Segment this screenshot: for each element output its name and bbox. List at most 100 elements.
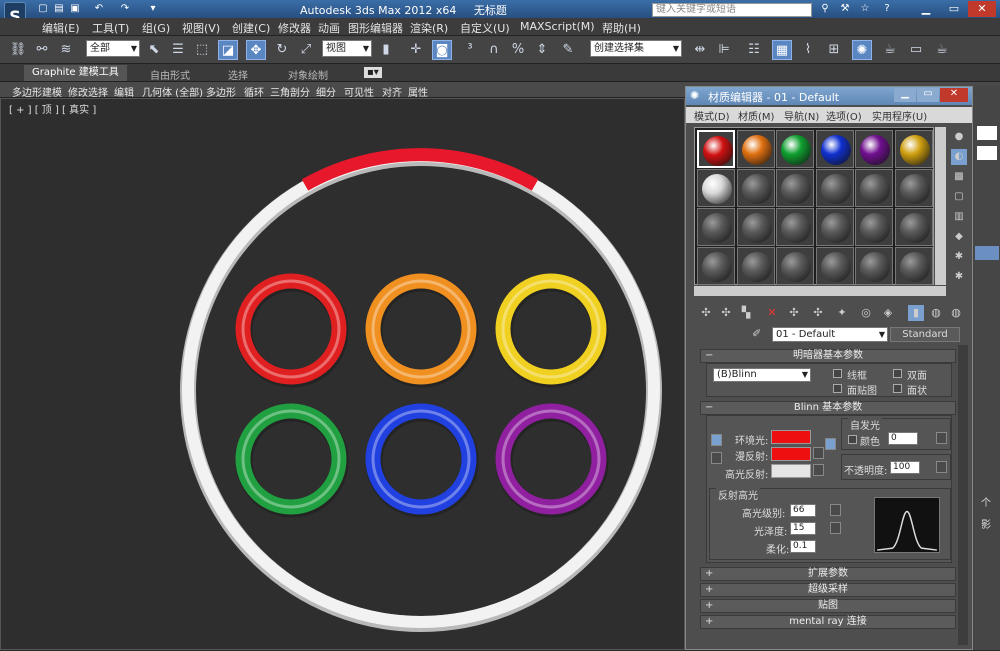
mental-ray-connection-rollout[interactable]: + mental ray 连接 [700,615,956,629]
menu-create[interactable]: 创建(C) [232,20,270,36]
sample-type-icon[interactable]: ● [951,129,967,145]
rotate-icon[interactable]: ↻ [272,40,292,60]
material-slot[interactable] [697,130,735,168]
ribbon-loops[interactable]: 循环 [244,84,264,99]
mat-close-button[interactable]: ✕ [940,88,968,102]
star-icon[interactable]: ☆ [858,2,872,16]
material-slot[interactable] [855,130,893,168]
extended-params-rollout[interactable]: + 扩展参数 [700,567,956,581]
pick-material-eyedropper-icon[interactable]: ✐ [752,327,761,340]
close-button[interactable]: ✕ [968,1,996,17]
ribbon-properties[interactable]: 属性 [408,84,428,99]
ambient-color-swatch[interactable] [771,430,811,444]
snaps-toggle-icon[interactable]: ³ [460,40,480,60]
specular-color-swatch[interactable] [771,464,811,478]
put-to-scene-icon[interactable]: ✣ [718,305,734,321]
save-icon[interactable]: ▣ [68,2,82,16]
maps-rollout[interactable]: + 贴图 [700,599,956,613]
menu-edit[interactable]: 编辑(E) [42,20,80,36]
opacity-spinner[interactable]: 100 [890,461,920,474]
diffuse-map-button[interactable] [813,447,824,459]
reset-map-icon[interactable]: ✕ [764,305,780,321]
tab-object-paint[interactable]: 对象绘制 [288,67,328,82]
percent-snap-icon[interactable]: % [508,40,528,60]
ribbon-modify-selection[interactable]: 修改选择 [68,84,108,99]
material-name-field[interactable]: 01 - Default ▼ [772,327,888,342]
graphite-toggle-icon[interactable]: ▦ [772,40,792,60]
tab-graphite-modeling[interactable]: Graphite 建模工具 [24,65,127,81]
named-selection-set-dropdown[interactable]: 创建选择集 ▼ [590,40,682,57]
make-preview-icon[interactable]: ◆ [951,229,967,245]
material-slot[interactable] [894,130,933,168]
search-icon[interactable]: ⚲ [818,2,832,16]
move-icon[interactable]: ✥ [246,40,266,60]
large-white-torus[interactable] [182,150,660,628]
search-input[interactable]: 键入关键字或短语 [652,3,812,17]
go-forward-sibling-icon[interactable]: ◍ [948,305,964,321]
material-slot[interactable] [697,208,735,246]
lock-diffuse-specular-button[interactable] [711,452,722,464]
supersampling-rollout[interactable]: + 超级采样 [700,583,956,597]
selection-filter-dropdown[interactable]: 全部 ▼ [86,40,140,57]
lock-ambient-diffuse-button[interactable] [711,434,722,446]
ribbon-options-icon[interactable]: ▪▾ [364,67,382,78]
self-illum-color-checkbox[interactable] [848,435,857,444]
open-icon[interactable]: ▤ [52,2,66,16]
get-material-icon[interactable]: ✣ [698,305,714,321]
backlight-icon[interactable]: ◐ [951,149,967,165]
menu-modifiers[interactable]: 修改器 [278,20,311,36]
reference-coordinate-dropdown[interactable]: 视图 ▼ [322,40,372,57]
schematic-view-icon[interactable]: ⊞ [824,40,844,60]
spec-level-spinner[interactable]: 66 [790,504,816,517]
new-icon[interactable]: ▢ [36,2,50,16]
material-slot[interactable] [736,247,775,285]
material-editor-scrollbar[interactable] [958,345,968,645]
sample-slots-scrollbar[interactable] [935,127,946,285]
soften-spinner[interactable]: 0.1 [790,540,816,553]
top-viewport[interactable]: [ + ] [ 顶 ] [ 真实 ] [0,98,685,650]
spinner-snap-icon[interactable]: ⇕ [532,40,552,60]
select-object-icon[interactable]: ⬉ [144,40,164,60]
material-slot[interactable] [894,208,933,246]
mat-menu-utilities[interactable]: 实用程序(U) [872,108,927,123]
material-editor-icon[interactable]: ✺ [852,40,872,60]
ribbon-edit[interactable]: 编辑 [114,84,134,99]
options-icon[interactable]: ✱ [951,249,967,265]
video-color-check-icon[interactable]: ▥ [951,209,967,225]
show-map-icon[interactable]: ◈ [880,305,896,321]
layer-manager-icon[interactable]: ☷ [744,40,764,60]
material-slot[interactable] [894,169,933,207]
window-crossing-icon[interactable]: ◪ [218,40,238,60]
mat-maximize-button[interactable]: ▭ [917,88,939,102]
redo-icon[interactable]: ↷ [118,2,132,16]
ribbon-polygons[interactable]: 多边形 [206,84,236,99]
opacity-map-button[interactable] [936,461,947,473]
self-illum-map-button[interactable] [936,432,947,444]
ribbon-visibility[interactable]: 可见性 [344,84,374,99]
mat-menu-options[interactable]: 选项(O) [826,108,862,123]
blinn-basic-params-rollout[interactable]: − Blinn 基本参数 [700,401,956,415]
mat-menu-modes[interactable]: 模式(D) [694,108,730,123]
material-slot[interactable] [855,208,893,246]
diffuse-color-swatch[interactable] [771,447,811,461]
material-slot[interactable] [736,130,775,168]
wire-checkbox[interactable] [833,369,842,378]
select-by-material-icon[interactable]: ✱ [951,269,967,285]
ribbon-subdivision[interactable]: 细分 [316,84,336,99]
material-slot[interactable] [776,169,814,207]
two-sided-checkbox[interactable] [893,369,902,378]
material-slot[interactable] [894,247,933,285]
background-icon[interactable]: ▩ [951,169,967,185]
sample-slots-hscrollbar[interactable] [694,286,946,296]
face-map-checkbox[interactable] [833,384,842,393]
align-icon[interactable]: ⊫ [714,40,734,60]
menu-view[interactable]: 视图(V) [182,20,220,36]
specular-map-button[interactable] [813,464,824,476]
go-to-parent-icon[interactable]: ◍ [928,305,944,321]
glossiness-spinner[interactable]: 15 [790,522,816,535]
put-to-library-icon[interactable]: ✦ [834,305,850,321]
menu-graph-editors[interactable]: 图形编辑器 [348,20,403,36]
material-slot[interactable] [815,130,854,168]
menu-maxscript[interactable]: MAXScript(M) [520,20,595,33]
mat-minimize-button[interactable]: ▁ [894,88,916,102]
